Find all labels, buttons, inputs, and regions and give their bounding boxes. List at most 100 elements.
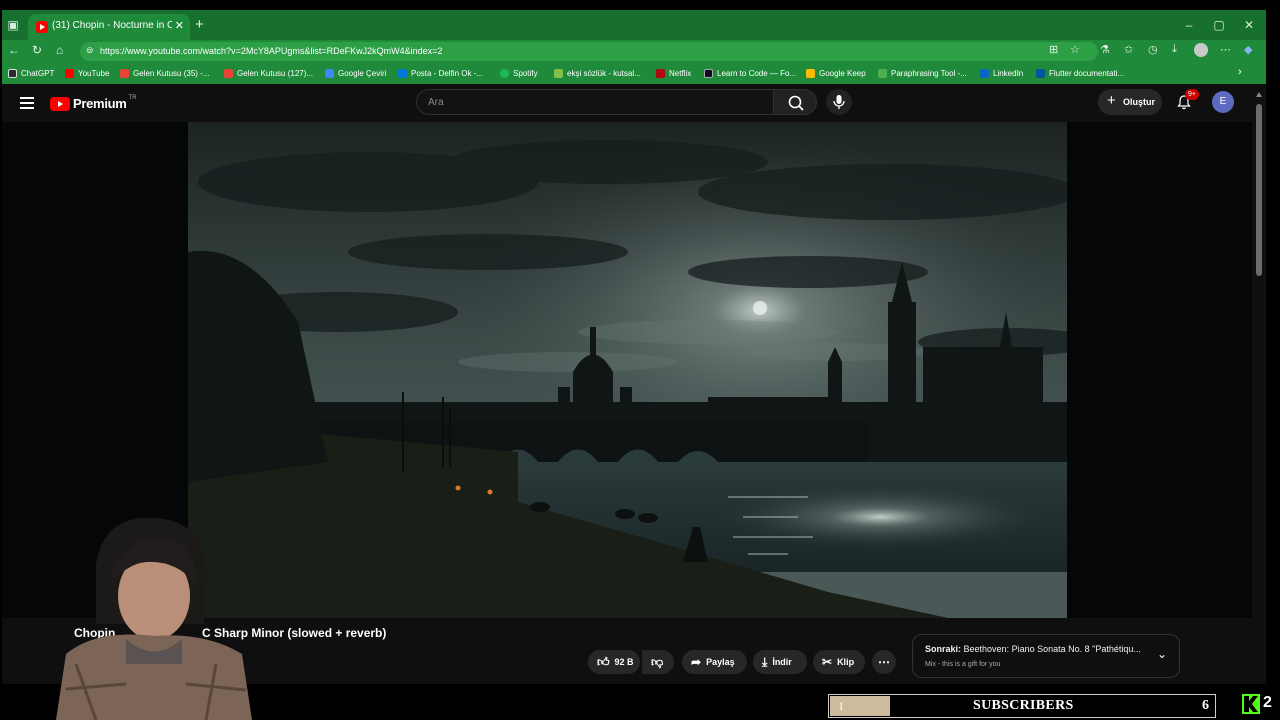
- address-bar[interactable]: ⊜ https://www.youtube.com/watch?v=2McY8A…: [80, 42, 1098, 61]
- history-icon[interactable]: ◷: [1148, 43, 1158, 56]
- app-install-icon[interactable]: ⊞: [1049, 43, 1058, 56]
- copilot-icon[interactable]: ◆: [1244, 43, 1252, 56]
- clip-button[interactable]: ✂ Klip: [813, 650, 865, 674]
- bookmark-flutter[interactable]: Flutter documentati...: [1036, 67, 1124, 79]
- gmail-icon: [120, 68, 129, 78]
- gmail-icon: [224, 68, 233, 78]
- search-button[interactable]: [773, 89, 817, 115]
- back-icon[interactable]: ←: [8, 43, 20, 57]
- user-avatar[interactable]: E: [1212, 91, 1234, 113]
- youtube-icon: [65, 68, 74, 78]
- downloads-icon[interactable]: ⤓: [1172, 43, 1177, 56]
- bookmark-translate[interactable]: Google Çeviri: [325, 67, 386, 79]
- bookmark-label: Spotify: [513, 68, 538, 78]
- bookmark-label: Google Keep: [819, 68, 866, 78]
- bookmark-label: LinkedIn: [993, 68, 1024, 78]
- up-next-prefix: Sonraki:: [925, 644, 962, 654]
- share-button[interactable]: ➦ Paylaş: [682, 650, 747, 674]
- bookmark-label: Posta - Delfin Ok -...: [411, 68, 484, 78]
- microphone-icon: [833, 95, 845, 109]
- site-info-icon[interactable]: ⊜: [86, 45, 94, 56]
- translate-icon: [325, 68, 334, 78]
- subscriber-goal-bar: 1 SUBSCRIBERS 6: [828, 694, 1216, 718]
- favorites-icon[interactable]: ✩: [1124, 43, 1133, 56]
- bookmark-youtube[interactable]: YouTube: [65, 67, 109, 79]
- bookmark-label: Google Çeviri: [338, 68, 387, 78]
- up-next-subtitle: Mix - this is a gift for you: [925, 661, 1001, 668]
- bookmark-spotify[interactable]: Spotify: [500, 67, 537, 79]
- url-text: https://www.youtube.com/watch?v=2McY8APU…: [100, 46, 443, 56]
- new-tab-button[interactable]: +: [195, 16, 204, 33]
- thumbs-down-icon: 👎︎: [651, 654, 664, 669]
- chevron-down-icon[interactable]: ⌄: [1157, 647, 1167, 661]
- like-button[interactable]: 👍︎ 92 B: [588, 650, 640, 674]
- netflix-icon: [656, 68, 665, 78]
- dislike-button[interactable]: 👎︎: [642, 650, 674, 674]
- bookmark-label: Gelen Kutusu (127)...: [237, 68, 314, 78]
- search-input[interactable]: Ara: [416, 89, 774, 115]
- close-tab-icon[interactable]: ✕: [175, 19, 184, 32]
- screen: ▣ (31) Chopin - Nocturne in C Sharp Mino…: [0, 0, 1280, 720]
- subscriber-label: SUBSCRIBERS: [973, 698, 1074, 713]
- bookmark-quillbot[interactable]: Paraphrasing Tool -...: [878, 67, 967, 79]
- up-next-card[interactable]: Sonraki: Beethoven: Piano Sonata No. 8 "…: [912, 634, 1180, 678]
- flutter-icon: [1036, 68, 1045, 78]
- profile-avatar-icon[interactable]: [1194, 43, 1208, 57]
- more-actions-button[interactable]: ⋯: [872, 650, 896, 674]
- video-player[interactable]: [188, 122, 1067, 618]
- home-icon[interactable]: ⌂: [56, 43, 63, 57]
- tab-active[interactable]: (31) Chopin - Nocturne in C Sharp Minor …: [28, 14, 190, 40]
- share-icon: ➦: [691, 655, 702, 669]
- webcam-overlay: [56, 517, 252, 720]
- bookmark-label: ekşi sözlük - kutsal...: [567, 68, 641, 78]
- menu-icon[interactable]: [20, 97, 34, 109]
- download-button[interactable]: ⤓ İndir: [753, 650, 807, 674]
- maximize-icon[interactable]: ▢: [1212, 18, 1226, 32]
- search-placeholder: Ara: [428, 97, 444, 108]
- bookmark-netflix[interactable]: Netflix: [656, 67, 691, 79]
- more-menu-icon[interactable]: ⋯: [1220, 43, 1231, 56]
- bookmark-star-icon[interactable]: ☆: [1070, 43, 1080, 56]
- page-scrollbar[interactable]: [1252, 88, 1266, 684]
- youtube-logo[interactable]: Premium TR: [50, 94, 137, 111]
- bookmark-linkedin[interactable]: LinkedIn: [980, 67, 1023, 79]
- bookmark-label: Flutter documentati...: [1049, 68, 1125, 78]
- bookmark-outlook[interactable]: Posta - Delfin Ok -...: [398, 67, 483, 79]
- create-button[interactable]: + Oluştur: [1098, 89, 1162, 115]
- reload-icon[interactable]: ↻: [32, 43, 42, 57]
- bookmark-gmail-1[interactable]: Gelen Kutusu (35) -...: [120, 67, 209, 79]
- bookmark-label: Paraphrasing Tool -...: [891, 68, 967, 78]
- like-count: 92 B: [614, 657, 634, 667]
- keep-icon: [806, 68, 815, 78]
- bookmark-freecodecamp[interactable]: Learn to Code — Fo...: [704, 67, 796, 79]
- chatgpt-icon: [8, 68, 17, 78]
- youtube-favicon-icon: [36, 21, 48, 33]
- bookmark-label: YouTube: [78, 68, 110, 78]
- eksi-icon: [554, 68, 563, 78]
- bookmark-chatgpt[interactable]: ChatGPT: [8, 67, 54, 79]
- scroll-up-arrow-icon[interactable]: [1256, 92, 1262, 97]
- more-bookmarks-icon[interactable]: ›: [1238, 66, 1242, 78]
- subscriber-progress-fill: 1: [830, 696, 890, 716]
- notification-badge: 9+: [1185, 89, 1199, 100]
- plus-icon: +: [1107, 92, 1116, 109]
- tab-actions-icon[interactable]: ▣: [6, 18, 20, 32]
- minimize-icon[interactable]: –: [1182, 18, 1196, 32]
- bookmark-label: Learn to Code — Fo...: [717, 68, 797, 78]
- clip-label: Klip: [837, 657, 855, 667]
- spotify-icon: [500, 68, 509, 78]
- search-icon: [788, 95, 804, 111]
- close-window-icon[interactable]: ✕: [1242, 18, 1256, 32]
- kick-counter: 2: [1263, 694, 1272, 711]
- region-code: TR: [128, 94, 137, 101]
- bookmark-gmail-2[interactable]: Gelen Kutusu (127)...: [224, 67, 313, 79]
- share-label: Paylaş: [706, 657, 735, 667]
- extensions-icon[interactable]: ⚗: [1100, 43, 1110, 56]
- bookmark-keep[interactable]: Google Keep: [806, 67, 866, 79]
- linkedin-icon: [980, 68, 989, 78]
- moonlit-dresden-painting: [188, 122, 1067, 618]
- voice-search-button[interactable]: [826, 89, 852, 115]
- youtube-play-icon: [50, 96, 70, 111]
- bookmark-eksi[interactable]: ekşi sözlük - kutsal...: [554, 67, 641, 79]
- scrollbar-thumb[interactable]: [1256, 104, 1262, 276]
